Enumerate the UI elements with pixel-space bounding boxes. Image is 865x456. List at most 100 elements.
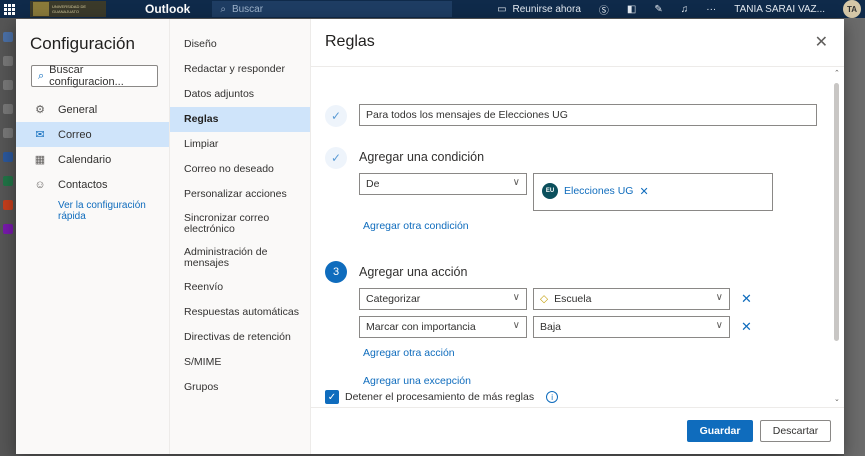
settings-category-label: General (58, 103, 98, 116)
university-logo-line-2: GUANAJUATO (52, 9, 79, 14)
action2-field-value: Marcar con importancia (366, 321, 476, 333)
delete-action2-icon[interactable]: ✕ (741, 319, 752, 335)
todo-app-icon[interactable] (3, 128, 13, 138)
delete-action1-icon[interactable]: ✕ (741, 291, 752, 307)
mail-nav-item-11[interactable]: Directivas de retención (170, 325, 310, 350)
video-icon: ▭ (497, 3, 507, 15)
rule-name-input[interactable]: Para todos los mensajes de Elecciones UG (359, 104, 817, 126)
settings-category-3[interactable]: ☺ Contactos (16, 172, 169, 197)
quick-settings-link[interactable]: Ver la configuración rápida (58, 200, 158, 222)
settings-category-label: Contactos (58, 178, 108, 191)
calendar-app-icon[interactable] (3, 56, 13, 66)
settings-category-0[interactable]: ⚙ General (16, 97, 169, 122)
global-search-placeholder: Buscar (231, 3, 264, 15)
chevron-down-icon: ∨ (512, 320, 520, 331)
action-section-title: Agregar una acción (359, 265, 468, 279)
settings-title: Configuración (30, 34, 135, 53)
close-icon[interactable]: ✕ (815, 32, 828, 52)
action2-field-dropdown[interactable]: Marcar con importancia ∨ (359, 316, 527, 338)
scrollbar[interactable]: ⌃ ⌄ (834, 69, 840, 403)
mail-nav-item-9[interactable]: Reenvío (170, 275, 310, 300)
excel-app-icon[interactable] (3, 176, 13, 186)
attach-app-icon[interactable] (3, 104, 13, 114)
remove-recipient-icon[interactable]: ✕ (639, 185, 648, 198)
user-name[interactable]: TANIA SARAI VAZ... (734, 4, 825, 15)
recipient-avatar: EU (542, 183, 558, 199)
search-icon: ⌕ (220, 3, 226, 15)
university-logo: UNIVERSIDAD DE GUANAJUATO (30, 1, 106, 17)
discard-button[interactable]: Descartar (760, 420, 831, 442)
onenote-app-icon[interactable] (3, 224, 13, 234)
info-icon[interactable]: i (546, 391, 559, 403)
mail-nav-item-7[interactable]: Sincronizar correo electrónico (170, 207, 310, 241)
rule-editor: ✓ Para todos los mensajes de Elecciones … (311, 67, 844, 407)
search-icon: ⌕ (38, 69, 45, 82)
meet-now-label: Reunirse ahora (512, 3, 581, 15)
mail-nav-item-5[interactable]: Correo no deseado (170, 157, 310, 182)
mail-nav-item-13[interactable]: Grupos (170, 375, 310, 400)
app-launcher-icon[interactable] (2, 2, 16, 16)
action1-field-dropdown[interactable]: Categorizar ∨ (359, 288, 527, 310)
add-action-link[interactable]: Agregar otra acción (363, 347, 455, 359)
settings-search-input[interactable]: ⌕ Buscar configuracion... (31, 64, 158, 88)
save-button[interactable]: Guardar (687, 420, 753, 442)
settings-category-nav: Configuración ⌕ Buscar configuracion... … (16, 19, 170, 454)
recipient-chip[interactable]: EU Elecciones UG ✕ (542, 183, 649, 199)
settings-category-label: Correo (58, 128, 92, 141)
chevron-down-icon: ∨ (512, 177, 520, 188)
mail-nav-item-10[interactable]: Respuestas automáticas (170, 300, 310, 325)
condition-field-dropdown[interactable]: De ∨ (359, 173, 527, 195)
importance-dropdown[interactable]: Baja ∨ (533, 316, 730, 338)
settings-category-2[interactable]: ▦ Calendario (16, 147, 169, 172)
university-seal (33, 2, 49, 16)
app-name[interactable]: Outlook (145, 2, 190, 16)
category-value: Escuela (554, 293, 592, 305)
scrollbar-thumb[interactable] (834, 83, 839, 341)
bell-icon[interactable]: ♫ (681, 4, 689, 15)
global-search-input[interactable]: ⌕ Buscar (212, 1, 453, 17)
chevron-down-icon: ∨ (512, 292, 520, 303)
meet-now-button[interactable]: ▭ Reunirse ahora (497, 4, 581, 15)
stop-processing-row: ✓ Detener el procesamiento de más reglas… (325, 390, 559, 404)
feedback-icon[interactable]: ✎ (654, 4, 662, 15)
category-dropdown[interactable]: ◇ Escuela ∨ (533, 288, 730, 310)
people-icon: ☺ (34, 178, 46, 191)
mail-nav-item-8[interactable]: Administración de mensajes (170, 241, 310, 275)
rule-name-value: Para todos los mensajes de Elecciones UG (366, 109, 568, 121)
settings-category-label: Calendario (58, 153, 112, 166)
mail-nav-item-3[interactable]: Reglas (170, 107, 310, 132)
settings-category-1[interactable]: ✉ Correo (16, 122, 169, 147)
scroll-up-icon[interactable]: ⌃ (834, 69, 840, 77)
stop-processing-checkbox[interactable]: ✓ (325, 390, 339, 404)
mail-nav-item-0[interactable]: Diseño (170, 32, 310, 57)
people-app-icon[interactable] (3, 80, 13, 90)
condition-section-title: Agregar una condición (359, 150, 485, 164)
powerpoint-app-icon[interactable] (3, 200, 13, 210)
importance-value: Baja (540, 321, 562, 333)
add-condition-link[interactable]: Agregar otra condición (363, 220, 469, 232)
gear-icon: ⚙ (35, 104, 45, 116)
skype-icon[interactable]: Ⓢ (599, 2, 609, 17)
condition-field-value: De (366, 178, 380, 190)
more-icon[interactable]: ··· (706, 4, 716, 15)
avatar[interactable]: TA (843, 0, 861, 18)
calendar-icon: ▦ (34, 154, 46, 166)
recipient-picker[interactable]: EU Elecciones UG ✕ (533, 173, 773, 211)
mail-nav-item-6[interactable]: Personalizar acciones (170, 182, 310, 207)
mail-settings-nav: Diseño Redactar y responder Datos adjuntos… (170, 19, 311, 454)
check-icon: ✓ (325, 147, 347, 169)
word-app-icon[interactable] (3, 152, 13, 162)
mail-app-icon[interactable] (3, 32, 13, 42)
add-exception-link[interactable]: Agregar una excepción (363, 375, 471, 387)
panel-title: Reglas (325, 33, 375, 50)
top-app-bar: UNIVERSIDAD DE GUANAJUATO Outlook ⌕ Busc… (0, 0, 865, 18)
mail-nav-item-12[interactable]: S/MIME (170, 350, 310, 375)
mail-nav-item-4[interactable]: Limpiar (170, 132, 310, 157)
mail-nav-item-1[interactable]: Redactar y responder (170, 57, 310, 82)
left-app-rail (0, 18, 16, 456)
check-icon: ✓ (325, 105, 347, 127)
mail-nav-item-2[interactable]: Datos adjuntos (170, 82, 310, 107)
office-icon[interactable]: ◧ (627, 4, 636, 15)
scroll-down-icon[interactable]: ⌄ (834, 395, 840, 403)
settings-dialog: Configuración ⌕ Buscar configuracion... … (16, 19, 844, 454)
